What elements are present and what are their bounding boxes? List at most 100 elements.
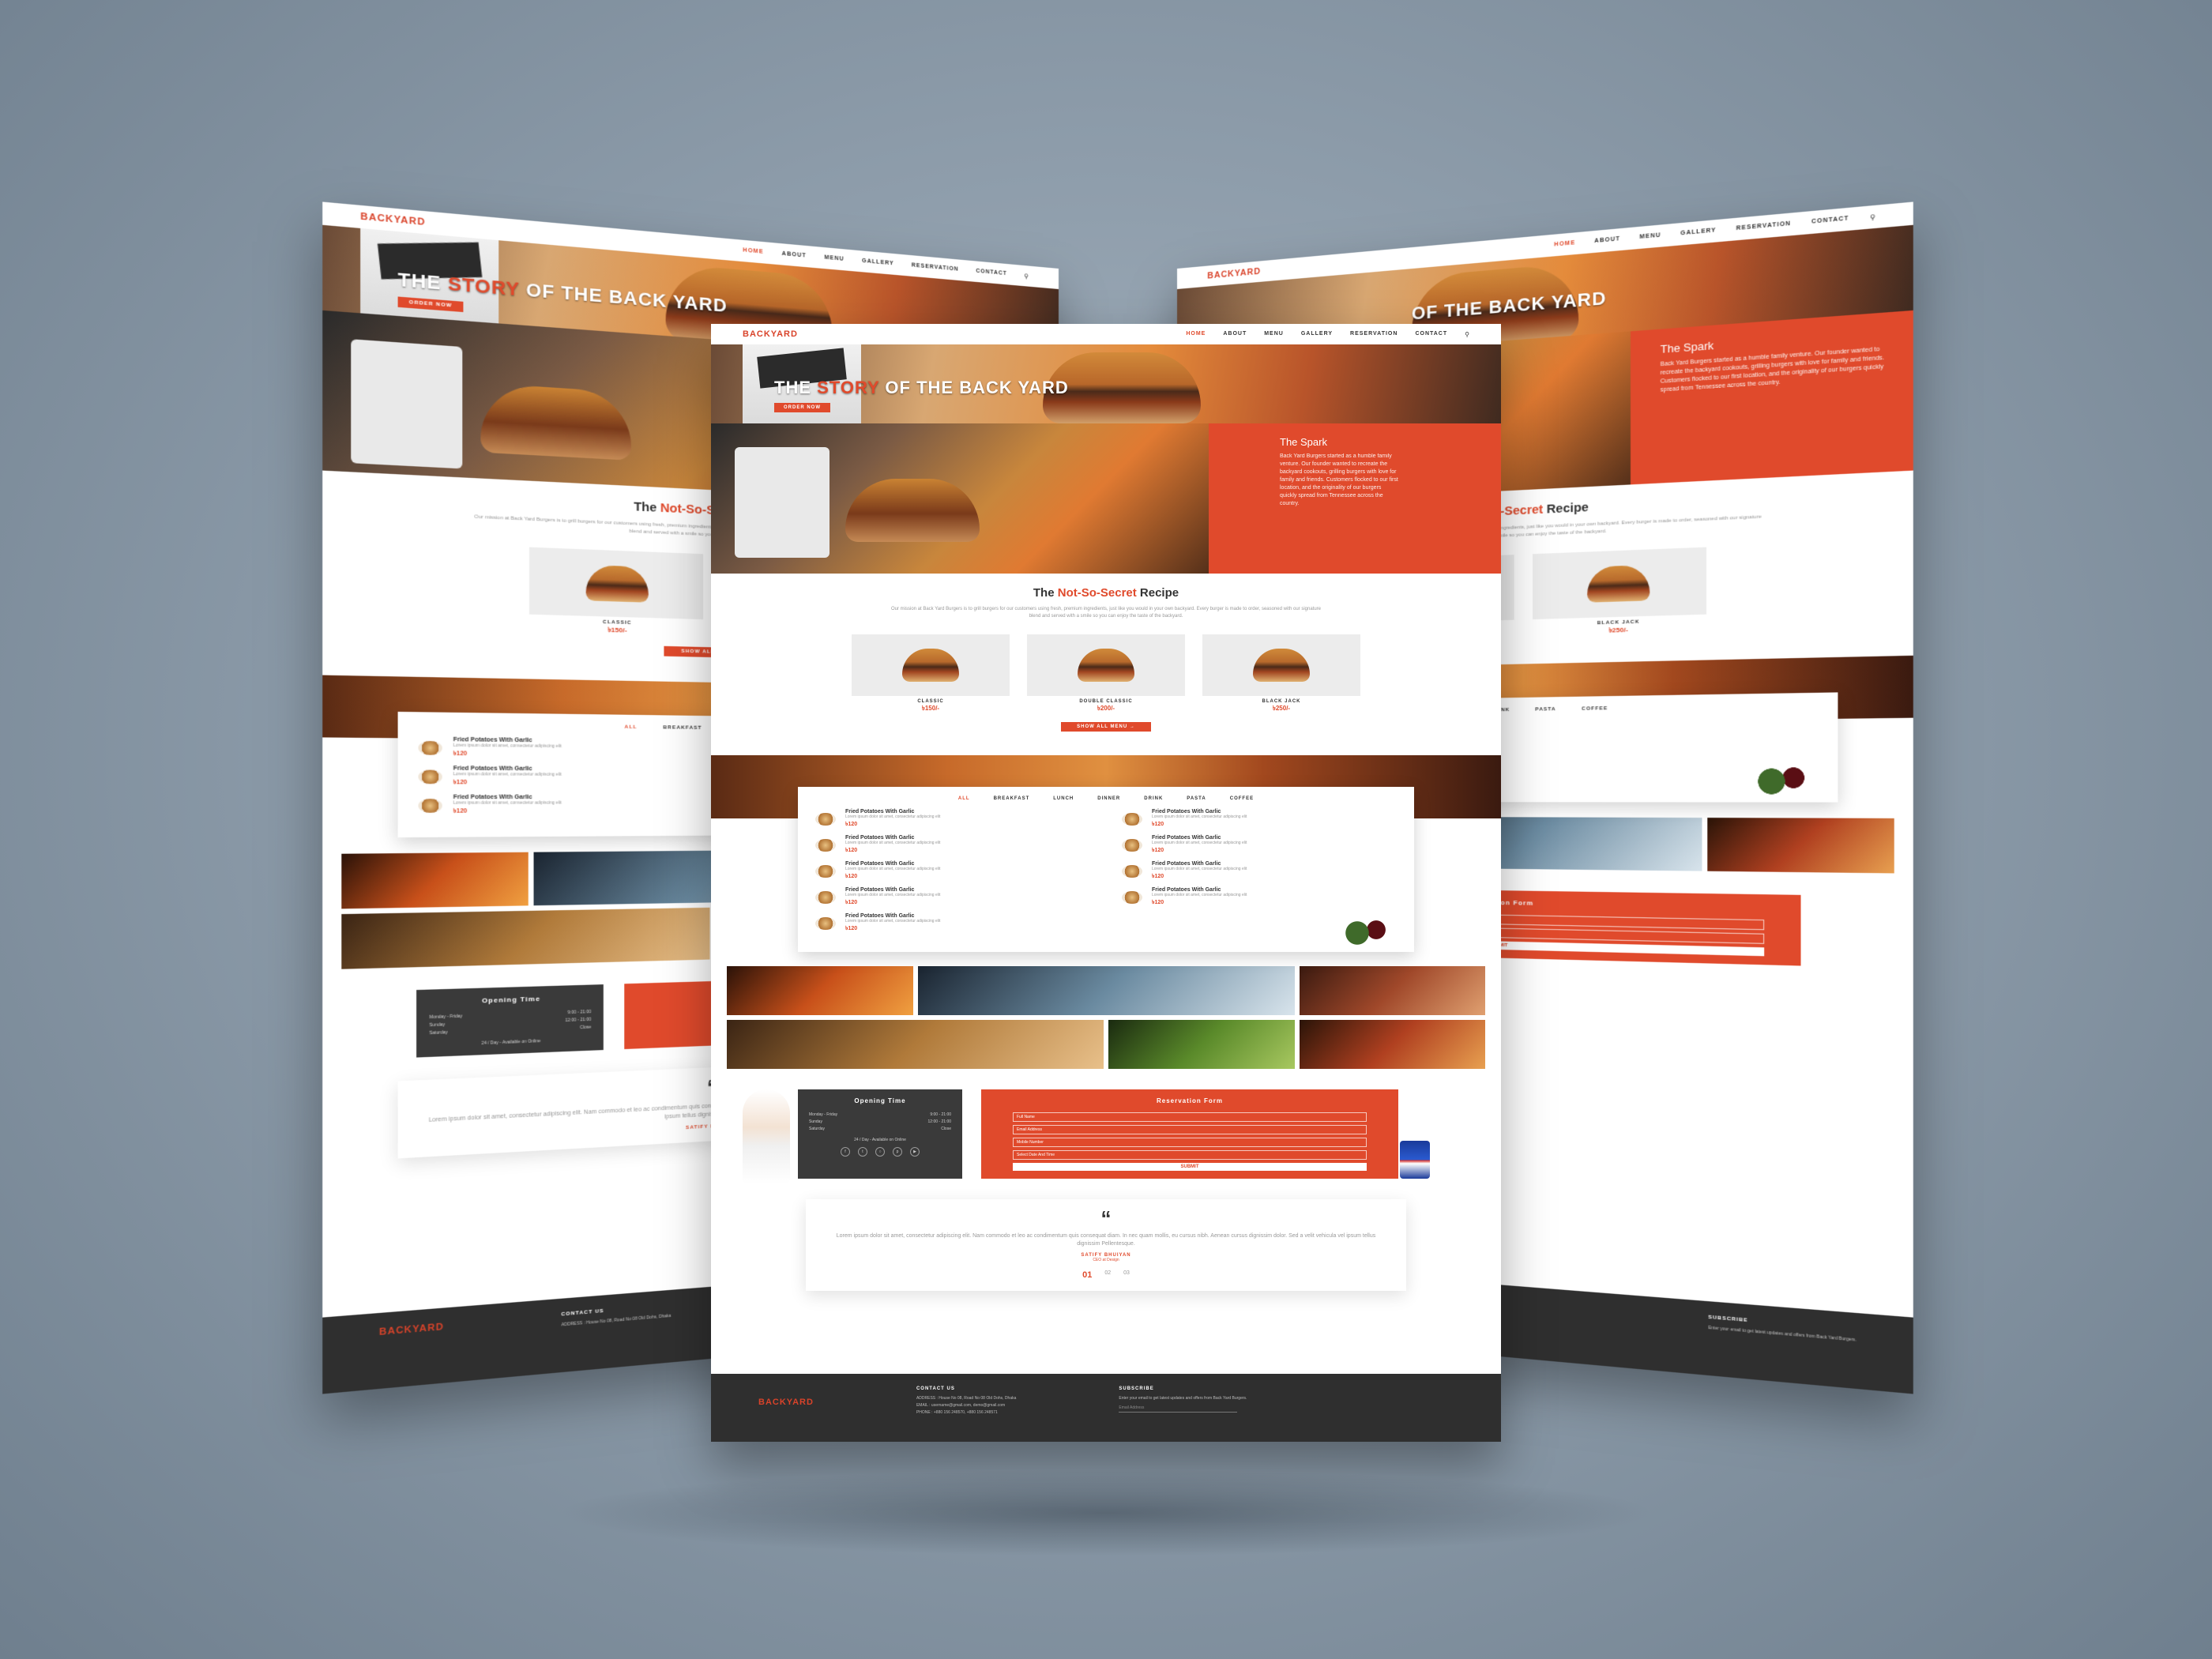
menu-item[interactable]: Fried Potatoes With Garlic Lorem ipsum do… xyxy=(1122,835,1397,855)
tab-pasta[interactable]: PASTA xyxy=(1187,796,1206,801)
nav-home[interactable]: HOME xyxy=(1186,331,1206,338)
gallery-image[interactable] xyxy=(341,852,529,909)
menu-item-price: ৳120 xyxy=(845,822,858,827)
search-icon[interactable]: ⚲ xyxy=(1870,213,1875,221)
dish-image xyxy=(418,740,442,755)
burger-image xyxy=(1202,634,1360,696)
pager-item[interactable]: 01 xyxy=(1082,1270,1092,1280)
nav-gallery[interactable]: GALLERY xyxy=(1680,227,1716,238)
gallery-image[interactable] xyxy=(727,966,913,1015)
dish-image xyxy=(1122,812,1142,826)
menu-item[interactable]: Fried Potatoes With Garlic Lorem ipsum do… xyxy=(815,835,1090,855)
menu-item-desc: Lorem ipsum dolor sit amet, consectetur … xyxy=(845,893,941,897)
menu-item[interactable]: Fried Potatoes With Garlic Lorem ipsum do… xyxy=(815,913,1090,933)
menu-item[interactable]: Fried Potatoes With Garlic Lorem ipsum do… xyxy=(815,861,1090,881)
recipe-card[interactable]: BLACK JACK ৳250/- xyxy=(1533,547,1707,639)
facebook-icon[interactable]: f xyxy=(841,1147,850,1157)
gallery-image[interactable] xyxy=(1299,966,1485,1015)
date-time-field[interactable]: Select Date And Time xyxy=(1013,1150,1367,1160)
nav-reservation[interactable]: RESERVATION xyxy=(912,262,959,274)
tab-all[interactable]: ALL xyxy=(625,725,638,731)
nav-contact[interactable]: CONTACT xyxy=(976,268,1007,278)
footer-logo[interactable]: BACKYARD xyxy=(758,1398,814,1442)
full-name-field[interactable]: Full Name xyxy=(1013,1112,1367,1122)
nav-menu[interactable]: MENU xyxy=(1639,232,1661,242)
nav-gallery[interactable]: GALLERY xyxy=(862,258,894,268)
instagram-icon[interactable]: ○ xyxy=(875,1147,885,1157)
gallery-image[interactable] xyxy=(1707,818,1894,874)
pager-item[interactable]: 03 xyxy=(1123,1270,1130,1280)
mobile-field[interactable]: Mobile Number xyxy=(1013,1138,1367,1147)
submit-button[interactable]: SUBMIT xyxy=(1013,1163,1367,1171)
menu-item[interactable]: Fried Potatoes With Garlic Lorem ipsum do… xyxy=(815,887,1090,907)
nav-menu[interactable]: MENU xyxy=(1264,331,1284,338)
pager-item[interactable]: 02 xyxy=(1104,1270,1111,1280)
nav-gallery[interactable]: GALLERY xyxy=(1301,331,1333,338)
recipe-card[interactable]: DOUBLE CLASSIC৳200/- xyxy=(1027,634,1185,714)
tab-breakfast[interactable]: BREAKFAST xyxy=(663,725,702,731)
menu-item[interactable]: Fried Potatoes With Garlic Lorem ipsum do… xyxy=(1122,887,1397,907)
search-icon[interactable]: ⚲ xyxy=(1465,331,1469,338)
menu-item-price: ৳120 xyxy=(845,874,858,879)
menu-item[interactable]: Fried Potatoes With Garlic Lorem ipsum do… xyxy=(815,809,1090,829)
nav-about[interactable]: ABOUT xyxy=(1223,331,1247,338)
tab-pasta[interactable]: PASTA xyxy=(1535,707,1556,713)
subscribe-email-input[interactable]: Email Address xyxy=(1119,1405,1238,1413)
tab-coffee[interactable]: COFFEE xyxy=(1582,706,1608,712)
tab-breakfast[interactable]: BREAKFAST xyxy=(994,796,1030,801)
nav-home[interactable]: HOME xyxy=(1554,239,1575,249)
navbar: BACKYARD HOME ABOUT MENU GALLERY RESERVA… xyxy=(711,324,1501,344)
dish-image xyxy=(1122,864,1142,878)
tab-drink[interactable]: DRINK xyxy=(1144,796,1163,801)
tab-coffee[interactable]: COFFEE xyxy=(1230,796,1254,801)
opening-title: Opening Time xyxy=(481,995,541,1005)
menu-item-name: Fried Potatoes With Garlic xyxy=(845,861,915,867)
youtube-icon[interactable]: ▶ xyxy=(910,1147,920,1157)
spark-box: The Spark Back Yard Burgers started as a… xyxy=(1209,423,1501,574)
burger-image xyxy=(1027,634,1185,696)
burger-image xyxy=(1533,547,1707,620)
gallery-image[interactable] xyxy=(1108,1020,1295,1069)
search-icon[interactable]: ⚲ xyxy=(1024,273,1029,280)
logo[interactable]: BACKYARD xyxy=(360,212,426,228)
nav-reservation[interactable]: RESERVATION xyxy=(1736,220,1792,233)
recipe-title: The Not-So-Secret Recipe xyxy=(1033,586,1179,600)
nav-home[interactable]: HOME xyxy=(743,247,763,257)
gallery-image[interactable] xyxy=(341,907,710,969)
footer-logo[interactable]: BACKYARD xyxy=(379,1322,444,1389)
card-price: ৳150/- xyxy=(921,705,940,712)
recipe-card[interactable]: CLASSIC ৳150/- xyxy=(529,547,703,639)
recipe-card[interactable]: BLACK JACK ৳250/- xyxy=(1202,634,1360,714)
twitter-icon[interactable]: t xyxy=(858,1147,867,1157)
nav-about[interactable]: ABOUT xyxy=(782,250,807,260)
gallery-image[interactable] xyxy=(1299,1020,1485,1069)
nav-about[interactable]: ABOUT xyxy=(1594,235,1620,246)
nav-contact[interactable]: CONTACT xyxy=(1415,331,1447,338)
menu-item-desc: Lorem ipsum dolor sit amet, consectetur … xyxy=(453,743,562,750)
recipe-card[interactable]: CLASSIC ৳150/- xyxy=(852,634,1010,714)
tab-all[interactable]: ALL xyxy=(958,796,970,801)
tab-lunch[interactable]: LUNCH xyxy=(1053,796,1074,801)
menu-item[interactable]: Fried Potatoes With Garlic Lorem ipsum do… xyxy=(1122,809,1397,829)
gallery-image[interactable] xyxy=(727,1020,1104,1069)
opening-time-box: Opening Time Monday - Friday 9:00 - 21:00… xyxy=(416,984,604,1058)
order-now-button[interactable]: ORDER NOW xyxy=(774,403,830,412)
menu-item[interactable]: Fried Potatoes With Garlic Lorem ipsum do… xyxy=(1122,861,1397,881)
footer-address: ADDRESS : House No 08, Road No 08 Old Do… xyxy=(916,1396,1017,1401)
spark-image xyxy=(711,423,1209,574)
email-field[interactable]: Email Address xyxy=(1013,1125,1367,1134)
menu-item-name: Fried Potatoes With Garlic xyxy=(1152,809,1221,814)
menu-item-price: ৳120 xyxy=(453,750,468,758)
nav-menu[interactable]: MENU xyxy=(824,254,844,264)
logo[interactable]: BACKYARD xyxy=(1207,266,1261,280)
menu-panel: ALL BREAKFAST LUNCH DINNER DRINK PASTA C… xyxy=(798,787,1414,952)
logo[interactable]: BACKYARD xyxy=(743,329,798,339)
dish-image xyxy=(1122,838,1142,852)
testimonial-text: Lorem ipsum dolor sit amet, consectetur … xyxy=(836,1233,1376,1247)
tab-dinner[interactable]: DINNER xyxy=(1097,796,1120,801)
show-all-menu-button[interactable]: SHOW ALL MENU → xyxy=(1061,722,1151,732)
nav-reservation[interactable]: RESERVATION xyxy=(1350,331,1398,338)
gallery-image[interactable] xyxy=(917,966,1295,1015)
nav-contact[interactable]: CONTACT xyxy=(1811,215,1849,226)
pinterest-icon[interactable]: p xyxy=(893,1147,902,1157)
